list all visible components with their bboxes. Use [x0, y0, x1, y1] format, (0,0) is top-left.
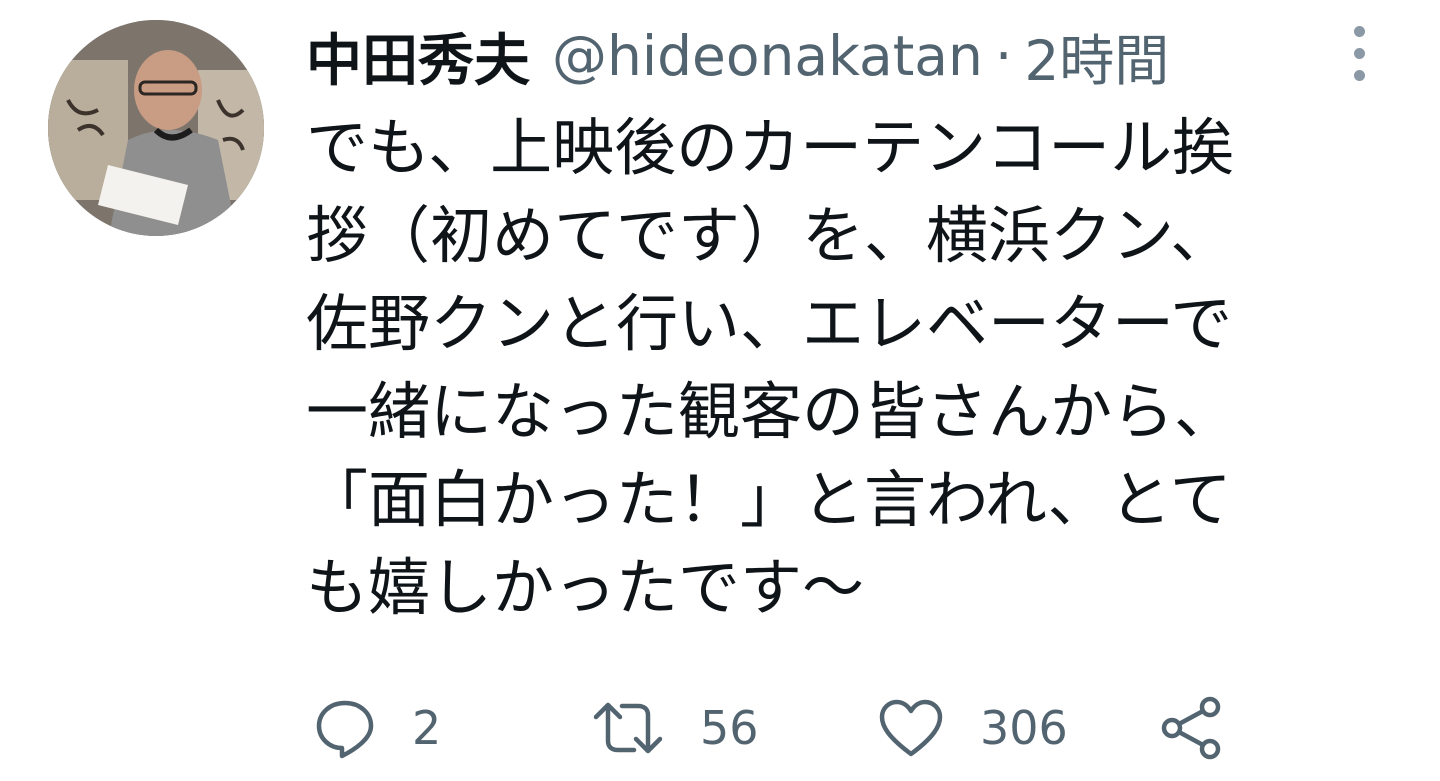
- user-handle[interactable]: @hideonakatan: [552, 24, 983, 88]
- reply-bubble-icon: [316, 700, 374, 759]
- reply-count: 2: [412, 701, 442, 755]
- retweet-button[interactable]: 56: [592, 690, 759, 766]
- like-button[interactable]: 306: [878, 690, 1068, 766]
- share-icon: [1161, 696, 1221, 760]
- avatar[interactable]: [48, 20, 264, 236]
- timestamp[interactable]: 2時間: [1024, 16, 1169, 96]
- tweet: 中田秀夫 @hideonakatan · 2時間 でも、上映後のカーテンコール挨…: [0, 0, 1440, 781]
- tweet-text-line: でも、上映後のカーテンコール挨: [306, 111, 1235, 184]
- retweet-count: 56: [700, 701, 759, 755]
- tweet-text-line: 一緒になった観客の皆さんから、: [306, 375, 1237, 448]
- tweet-text-line: も嬉しかったです〜: [306, 551, 865, 624]
- tweet-header: 中田秀夫 @hideonakatan · 2時間: [306, 16, 1169, 96]
- retweet-icon: [593, 702, 663, 754]
- share-button[interactable]: [1158, 690, 1224, 766]
- more-vertical-icon[interactable]: [1340, 26, 1380, 82]
- action-bar: 2 56 306: [306, 690, 1306, 766]
- separator-dot: ·: [994, 24, 1013, 88]
- tweet-text: でも、上映後のカーテンコール挨 拶（初めてです）を、横浜クン、 佐野クンと行い、…: [306, 104, 1386, 632]
- avatar-photo: [48, 20, 264, 236]
- reply-button[interactable]: 2: [314, 690, 441, 766]
- display-name[interactable]: 中田秀夫: [306, 16, 530, 97]
- tweet-text-line: 「面白かった！」と言われ、とて: [306, 463, 1232, 536]
- tweet-text-line: 佐野クンと行い、エレベーターで: [306, 287, 1233, 360]
- tweet-text-line: 拶（初めてです）を、横浜クン、: [306, 199, 1233, 272]
- like-count: 306: [980, 701, 1068, 755]
- heart-icon: [879, 699, 943, 757]
